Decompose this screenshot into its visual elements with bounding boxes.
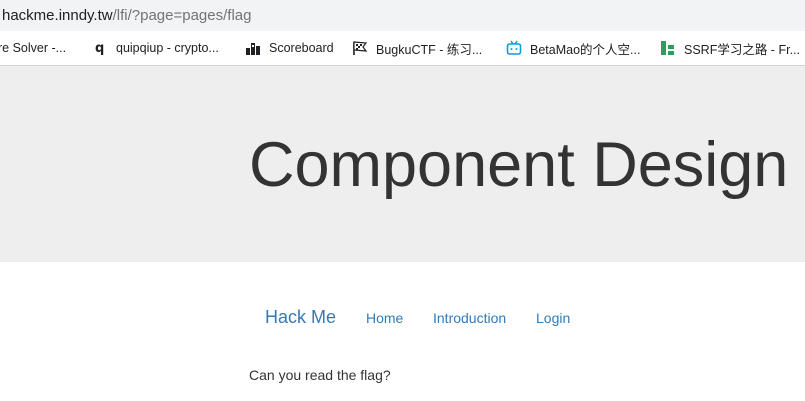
svg-text:q: q bbox=[95, 41, 104, 56]
url-host: hackme.inndy.tw bbox=[2, 7, 113, 24]
page-title: Component Design bbox=[249, 130, 789, 200]
nav-link-login[interactable]: Login bbox=[536, 310, 570, 326]
bookmark-betamao[interactable]: BetaMao的个人空... bbox=[506, 31, 640, 65]
url-path: /lfi/?page=pages/flag bbox=[112, 7, 252, 24]
navbar: Hack Me Home Introduction Login bbox=[0, 295, 805, 341]
bookmark-quipqiup[interactable]: q quipqiup - crypto... bbox=[92, 31, 219, 65]
flag-icon bbox=[352, 40, 368, 56]
tv-icon bbox=[506, 40, 522, 56]
bars-icon bbox=[245, 40, 261, 56]
bookmark-label: quipqiup - crypto... bbox=[116, 41, 219, 55]
bookmarks-bar: re Solver -... q quipqiup - crypto... Sc… bbox=[0, 31, 805, 66]
brand-link[interactable]: Hack Me bbox=[265, 307, 336, 328]
bookmark-label: BetaMao的个人空... bbox=[530, 42, 641, 57]
address-bar[interactable]: hackme.inndy.tw/lfi/?page=pages/flag bbox=[0, 0, 805, 31]
bookmark-label: BugkuCTF - 练习... bbox=[376, 42, 483, 57]
bookmark-solver[interactable]: re Solver -... bbox=[0, 31, 66, 65]
jumbotron: Component Design bbox=[0, 66, 805, 262]
bookmark-bugkuctf[interactable]: BugkuCTF - 练习... bbox=[352, 31, 482, 65]
bookmark-label: SSRF学习之路 - Fr... bbox=[684, 42, 800, 57]
bookmark-label: re Solver -... bbox=[0, 41, 67, 55]
q-icon: q bbox=[92, 40, 108, 56]
nav-link-introduction[interactable]: Introduction bbox=[433, 310, 506, 326]
nav-link-home[interactable]: Home bbox=[366, 310, 403, 326]
bookmark-label: Scoreboard bbox=[269, 41, 334, 55]
flag-prompt-text: Can you read the flag? bbox=[249, 367, 391, 383]
green-blocks-icon bbox=[660, 40, 676, 56]
bookmark-scoreboard[interactable]: Scoreboard bbox=[245, 31, 334, 65]
bookmark-ssrf[interactable]: SSRF学习之路 - Fr... bbox=[660, 31, 800, 65]
